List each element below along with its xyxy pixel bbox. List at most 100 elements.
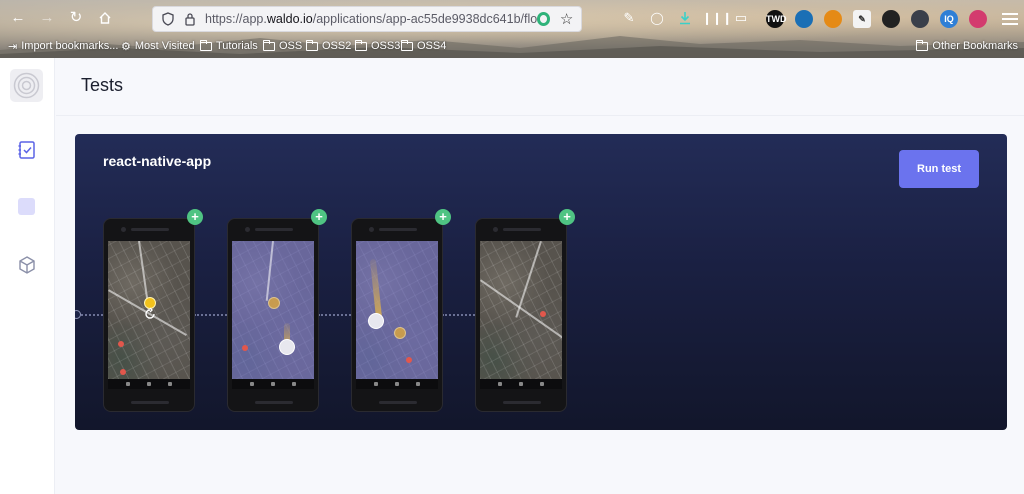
- bookmark-item[interactable]: ⇥ Import bookmarks...: [8, 37, 118, 55]
- map-tint-overlay: [356, 241, 438, 379]
- map-pin: [118, 341, 124, 347]
- bookmark-label: OSS2: [322, 40, 352, 52]
- phone-speaker: [131, 228, 169, 231]
- map-pin: [406, 357, 412, 363]
- phone-camera: [121, 227, 126, 232]
- sidebar-toggle-icon[interactable]: ▭: [730, 7, 752, 29]
- sidebar: [0, 58, 55, 494]
- shield-icon[interactable]: [161, 12, 175, 26]
- notes-extension-icon[interactable]: ✎: [853, 10, 871, 28]
- lock-icon[interactable]: [183, 12, 197, 26]
- phone-camera: [493, 227, 498, 232]
- iq-extension-icon[interactable]: IQ: [940, 10, 958, 28]
- add-step-button[interactable]: +: [187, 209, 203, 225]
- palette-extension-icon[interactable]: [969, 10, 987, 28]
- phone-camera: [369, 227, 374, 232]
- gesture-dot: [279, 339, 295, 355]
- map-screen: [232, 241, 314, 379]
- square-icon[interactable]: [18, 198, 35, 215]
- step-screenshot-3[interactable]: +: [351, 209, 451, 412]
- bookmark-item[interactable]: Tutorials: [200, 37, 258, 55]
- bookmark-label: Tutorials: [216, 40, 258, 52]
- flow-connector: [442, 314, 475, 316]
- android-navbar: [108, 379, 190, 389]
- map-screen: [356, 241, 438, 379]
- browser-toolbar: ← → ↻ https://app.waldo.io/applications/…: [0, 5, 1024, 32]
- gear-icon: ⚙: [121, 40, 131, 53]
- browser-chrome: ← → ↻ https://app.waldo.io/applications/…: [0, 0, 1024, 58]
- globe-extension-icon[interactable]: [795, 10, 813, 28]
- url-path: /applications/app-ac55de9938dc641b/flows…: [312, 12, 537, 26]
- folder-icon: [916, 39, 929, 51]
- reader-extension-icon[interactable]: [536, 12, 551, 26]
- flow-connector: [81, 314, 103, 316]
- run-test-button[interactable]: Run test: [899, 150, 979, 188]
- map-screen: [480, 241, 562, 379]
- android-navbar: [232, 379, 314, 389]
- map-pin: [242, 345, 248, 351]
- back-icon[interactable]: ←: [7, 7, 29, 29]
- page-header: Tests: [56, 58, 1024, 116]
- flow-connector: [318, 314, 351, 316]
- home-icon[interactable]: [94, 7, 116, 29]
- phone-chin: [255, 401, 293, 404]
- step-screenshot-4[interactable]: +: [475, 209, 575, 412]
- hamburger-menu-icon[interactable]: [1002, 10, 1018, 26]
- bookmark-item[interactable]: OSS2: [306, 37, 351, 55]
- phone-chin: [503, 401, 541, 404]
- map-pin: [540, 311, 546, 317]
- phone-speaker: [255, 228, 293, 231]
- folder-icon: [200, 39, 212, 51]
- phone-chin: [131, 401, 169, 404]
- bookmark-item[interactable]: OSS4: [401, 37, 446, 55]
- forward-icon[interactable]: →: [36, 7, 58, 29]
- bookmark-item[interactable]: ⚙ Most Visited: [121, 37, 195, 55]
- folder-icon: [306, 39, 318, 51]
- test-name: react-native-app: [103, 153, 212, 169]
- add-step-button[interactable]: +: [559, 209, 575, 225]
- waldo-logo[interactable]: [10, 69, 43, 102]
- reload-icon[interactable]: ↻: [65, 7, 87, 29]
- page-title: Tests: [81, 75, 124, 95]
- bookmark-item[interactable]: OSS: [263, 37, 302, 55]
- gesture-dot: [368, 313, 384, 329]
- import-icon: ⇥: [8, 40, 18, 53]
- folder-icon: [355, 39, 367, 51]
- step-screenshot-2[interactable]: +: [227, 209, 327, 412]
- pen-icon[interactable]: ✎: [618, 7, 640, 29]
- phone-speaker: [503, 228, 541, 231]
- bookmark-item[interactable]: OSS3: [355, 37, 400, 55]
- folder-icon: [263, 39, 275, 51]
- bookmark-label: OSS3: [371, 40, 401, 52]
- cast-extension-icon[interactable]: [824, 10, 842, 28]
- phone-camera: [245, 227, 250, 232]
- test-card: react-native-app Run test + + + +: [75, 134, 1007, 430]
- bookmark-label: Import bookmarks...: [21, 40, 119, 52]
- box-icon[interactable]: [17, 255, 37, 275]
- bookmark-label: Most Visited: [134, 40, 195, 52]
- map-tint-overlay: [232, 241, 314, 379]
- other-bookmarks-label: Other Bookmarks: [932, 40, 1018, 52]
- checklist-icon[interactable]: [17, 140, 37, 160]
- url-domain: waldo.io: [266, 12, 313, 26]
- twd-extension-icon[interactable]: TWD: [766, 10, 787, 28]
- other-bookmarks[interactable]: Other Bookmarks: [916, 37, 1018, 55]
- bird-extension-icon[interactable]: [882, 10, 900, 28]
- android-navbar: [480, 379, 562, 389]
- step-screenshot-1[interactable]: +: [103, 209, 203, 412]
- react-extension-icon[interactable]: [911, 10, 929, 28]
- library-icon[interactable]: ❙❙❙: [702, 7, 732, 29]
- add-step-button[interactable]: +: [311, 209, 327, 225]
- phone-chin: [379, 401, 417, 404]
- add-step-button[interactable]: +: [435, 209, 451, 225]
- bookmark-star-icon[interactable]: ☆: [558, 10, 575, 28]
- bookmarks-bar: ⇥ Import bookmarks... ⚙ Most Visited Tutoria…: [0, 37, 1024, 55]
- map-pin: [120, 369, 126, 375]
- download-icon[interactable]: [674, 7, 696, 29]
- url-text[interactable]: https://app.waldo.io/applications/app-ac…: [205, 12, 537, 26]
- url-bar[interactable]: https://app.waldo.io/applications/app-ac…: [152, 6, 582, 32]
- url-prefix: https://app.: [205, 12, 267, 26]
- pocket-icon[interactable]: ◯: [646, 7, 668, 29]
- flow-connector: [194, 314, 227, 316]
- phone-speaker: [379, 228, 417, 231]
